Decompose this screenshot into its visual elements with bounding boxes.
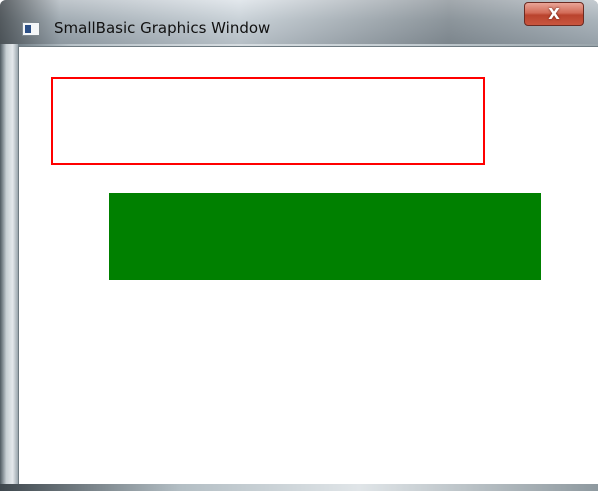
close-icon: X	[548, 4, 560, 23]
window-frame-left	[0, 44, 18, 491]
graphics-canvas[interactable]	[18, 46, 598, 484]
app-window-icon[interactable]	[22, 22, 40, 36]
window-title: SmallBasic Graphics Window	[54, 19, 271, 37]
red-outline-rectangle	[51, 77, 485, 165]
close-button[interactable]: X	[524, 2, 584, 26]
window-frame-bottom	[0, 484, 598, 491]
graphics-window: SmallBasic Graphics Window X	[0, 0, 598, 491]
title-bar[interactable]: SmallBasic Graphics Window X	[0, 0, 598, 44]
green-filled-rectangle	[109, 193, 541, 280]
